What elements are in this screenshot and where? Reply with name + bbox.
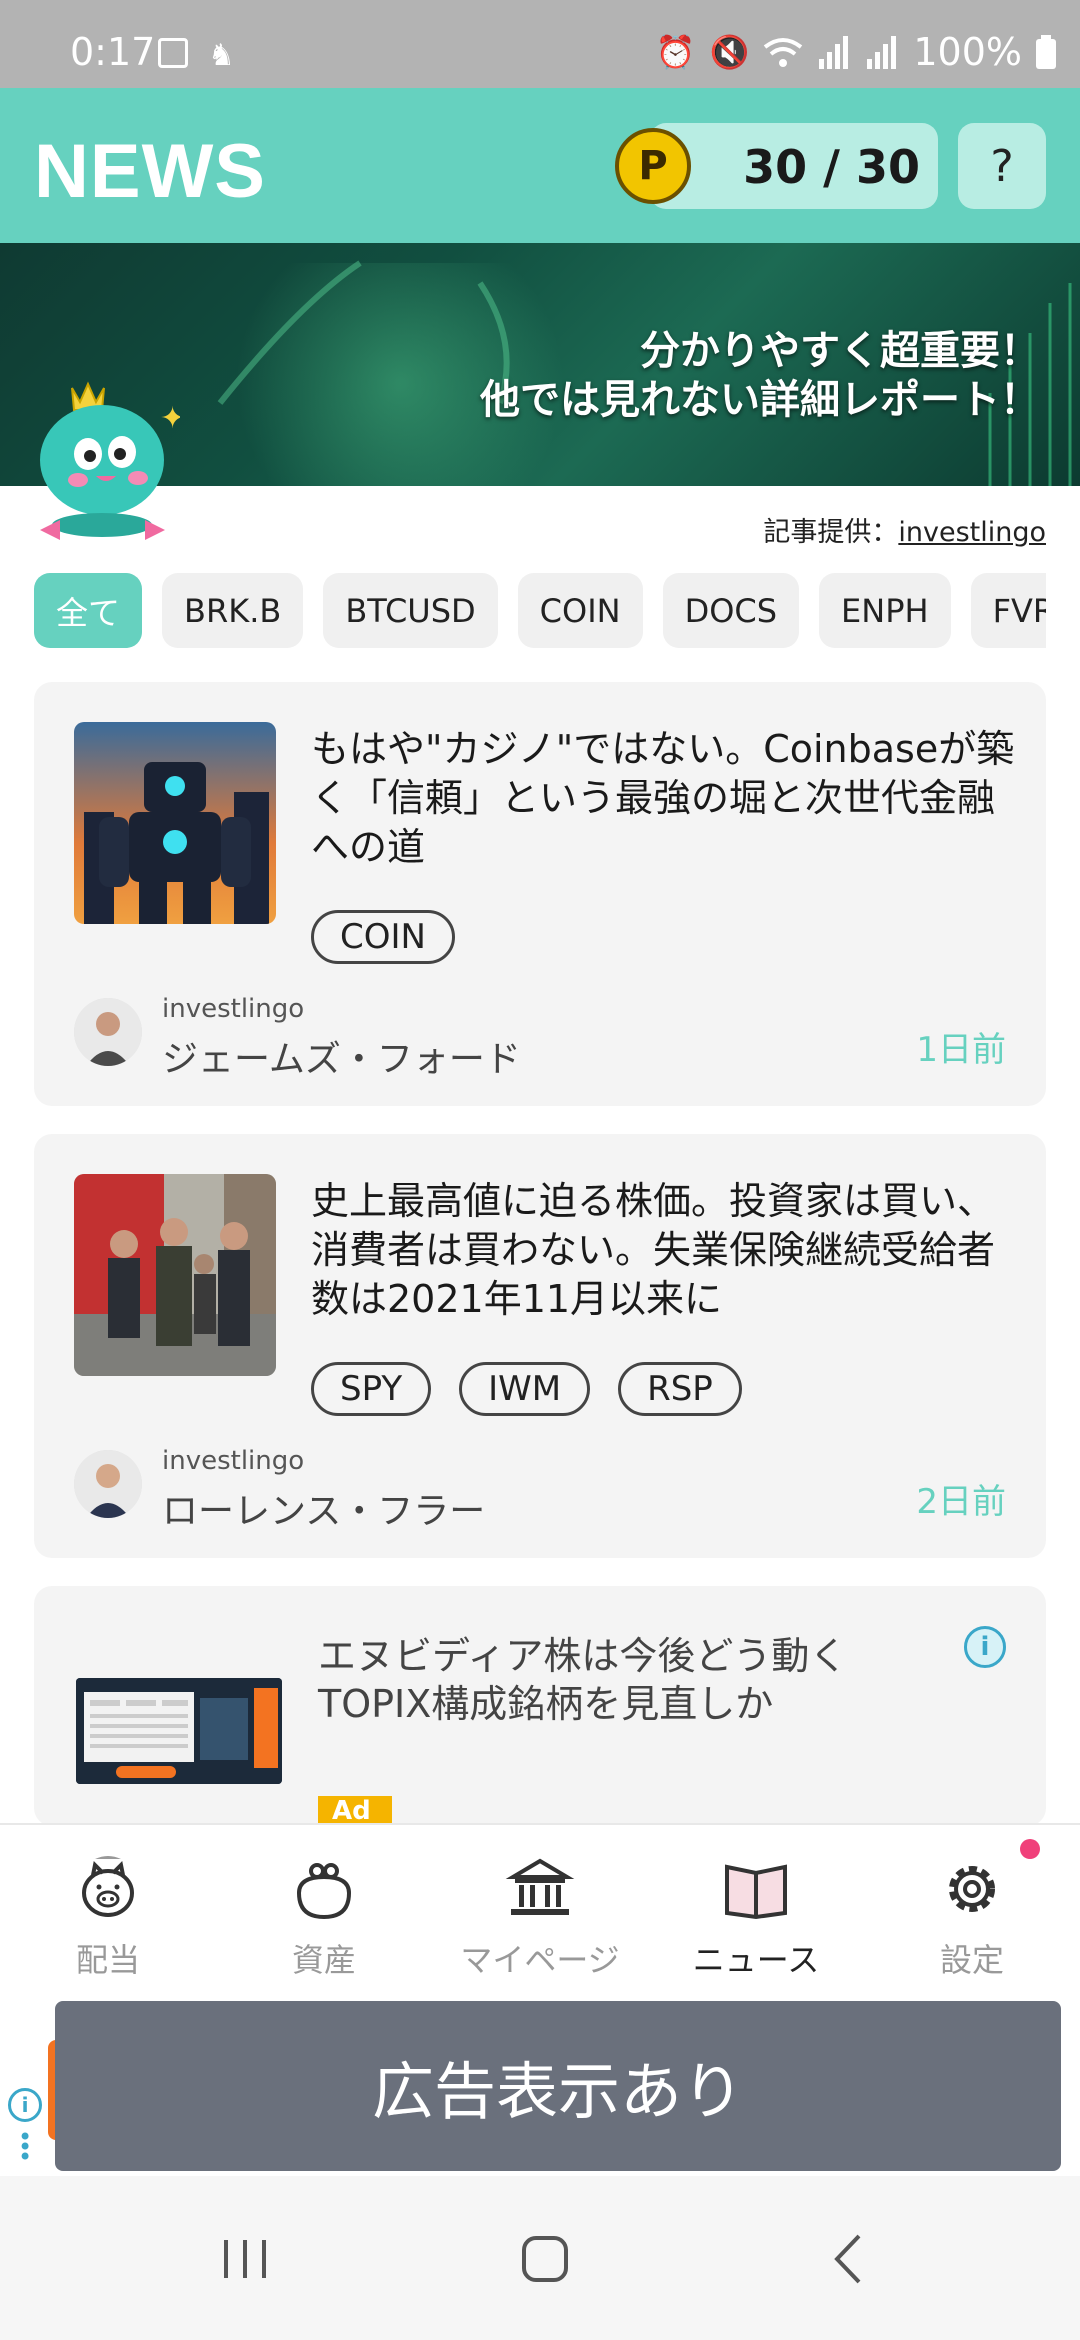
mute-icon: 🔇 xyxy=(709,33,750,71)
ad-badge: Ad xyxy=(318,1796,392,1826)
bottom-navigation: 配当 資産 マイページ ニュース 設定 xyxy=(0,1823,1080,1996)
article-tags: COIN xyxy=(311,910,455,964)
article-tags: SPY IWM RSP xyxy=(311,1362,742,1416)
nav-item-settings[interactable]: 設定 xyxy=(864,1825,1080,1996)
banner-line-2: 他では見れない詳細レポート！ xyxy=(480,377,1040,423)
system-navigation-bar xyxy=(0,2176,1080,2340)
author-name: ジェームズ・フォード xyxy=(162,1039,521,1080)
chip-all[interactable]: 全て xyxy=(34,573,143,648)
book-icon xyxy=(725,1864,787,1920)
help-button[interactable]: ? xyxy=(958,123,1046,209)
nav-item-mypage[interactable]: マイページ xyxy=(432,1825,648,1996)
mascot-character: ✦ xyxy=(40,381,180,540)
chip-fvr[interactable]: FVR xyxy=(970,573,1046,648)
status-time: 0:17 xyxy=(70,30,156,74)
source-link[interactable]: investlingo xyxy=(898,517,1046,548)
status-left-icons: ♞ xyxy=(158,38,235,73)
article-source-credit: 記事提供：investlingo xyxy=(763,510,1046,549)
nav-item-assets[interactable]: 資産 xyxy=(216,1825,432,1996)
svg-text:✦: ✦ xyxy=(160,401,180,436)
piggy-bank-icon xyxy=(82,1856,134,1917)
article-age: 1日前 xyxy=(916,1030,1006,1070)
back-icon[interactable] xyxy=(815,2224,885,2294)
notification-dot xyxy=(1020,1839,1040,1859)
article-title[interactable]: もはや"カジノ"ではない。Coinbaseが築く「信頼」という最強の堀と次世代金… xyxy=(311,725,1016,872)
article-thumbnail-robot xyxy=(74,722,276,924)
article-title[interactable]: 史上最高値に迫る株価。投資家は買い、消費者は買わない。失業保険継続受給者数は20… xyxy=(311,1177,1016,1324)
author-source: investlingo xyxy=(162,994,305,1024)
ad-info-icon[interactable]: i xyxy=(964,1626,1006,1668)
tag-spy[interactable]: SPY xyxy=(311,1362,432,1416)
gallery-icon xyxy=(158,38,188,68)
nav-label: ニュース xyxy=(692,1941,820,1979)
page-title: NEWS xyxy=(34,129,266,214)
app-header: NEWS P 30 / 30 ? xyxy=(0,88,1080,243)
chip-brk-b[interactable]: BRK.B xyxy=(162,573,304,648)
points-count: 30 / 30 xyxy=(743,140,920,194)
more-options-icon[interactable]: • • • xyxy=(18,2125,32,2169)
tag-rsp[interactable]: RSP xyxy=(618,1362,742,1416)
chip-btcusd[interactable]: BTCUSD xyxy=(323,573,498,648)
article-age: 2日前 xyxy=(916,1482,1006,1522)
ad-choices-icon[interactable]: i xyxy=(8,2088,42,2122)
status-bar: 0:17 ♞ ⏰ 🔇 100% xyxy=(0,0,1080,88)
ad-placeholder-overlay[interactable]: 広告表示あり xyxy=(55,2001,1061,2171)
ad-title[interactable]: エヌビディア株は今後どう動く TOPIX構成銘柄を見直しか xyxy=(318,1632,938,1728)
alarm-icon: ⏰ xyxy=(655,33,696,71)
battery-icon xyxy=(1036,35,1056,69)
nav-item-news[interactable]: ニュース xyxy=(648,1825,864,1996)
chip-enph[interactable]: ENPH xyxy=(819,573,951,648)
home-icon[interactable] xyxy=(510,2224,580,2294)
author-source: investlingo xyxy=(162,1446,305,1476)
ad-thumbnail xyxy=(76,1678,282,1784)
app-notification-icon: ♞ xyxy=(208,38,235,73)
ticker-filter-chips: 全て BRK.B BTCUSD COIN DOCS ENPH FVR xyxy=(34,573,1046,648)
article-card[interactable]: 史上最高値に迫る株価。投資家は買い、消費者は買わない。失業保険継続受給者数は20… xyxy=(34,1134,1046,1558)
purse-icon xyxy=(296,1863,352,1920)
sponsored-ad-card[interactable]: エヌビディア株は今後どう動く TOPIX構成銘柄を見直しか i Ad xyxy=(34,1586,1046,1826)
author-avatar xyxy=(74,1450,142,1518)
battery-text: 100% xyxy=(913,30,1022,74)
source-prefix: 記事提供： xyxy=(763,517,899,548)
article-card[interactable]: もはや"カジノ"ではない。Coinbaseが築く「信頼」という最強の堀と次世代金… xyxy=(34,682,1046,1106)
author-name: ローレンス・フラー xyxy=(162,1491,486,1532)
gear-icon xyxy=(949,1866,995,1912)
nav-item-dividends[interactable]: 配当 xyxy=(0,1825,216,1996)
author-avatar xyxy=(74,998,142,1066)
nav-label: 配当 xyxy=(75,1941,140,1979)
chip-coin[interactable]: COIN xyxy=(517,573,643,648)
recent-apps-icon[interactable] xyxy=(210,2224,280,2294)
tag-coin[interactable]: COIN xyxy=(311,910,455,964)
chip-docs[interactable]: DOCS xyxy=(662,573,800,648)
signal-icon xyxy=(819,36,849,69)
nav-label: 設定 xyxy=(939,1941,1004,1979)
nav-label: マイページ xyxy=(460,1941,620,1979)
article-thumbnail-men xyxy=(74,1174,276,1376)
tag-iwm[interactable]: IWM xyxy=(459,1362,591,1416)
coin-icon: P xyxy=(615,128,691,204)
bank-building-icon xyxy=(505,1858,575,1915)
status-right-icons: ⏰ 🔇 100% xyxy=(656,30,1056,74)
nav-label: 資産 xyxy=(291,1941,356,1979)
wifi-icon xyxy=(764,38,803,67)
signal-icon-2 xyxy=(867,36,897,69)
